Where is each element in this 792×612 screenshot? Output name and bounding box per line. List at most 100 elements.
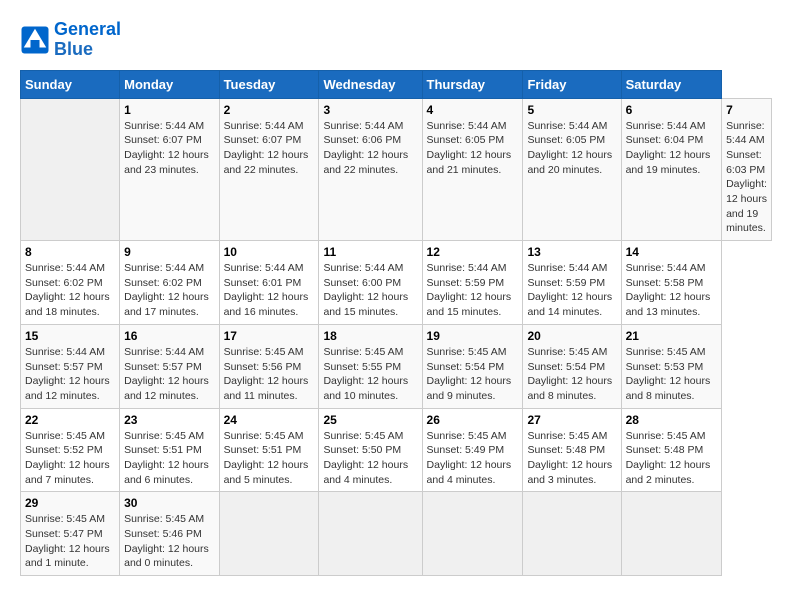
calendar-cell: 11 Sunrise: 5:44 AMSunset: 6:00 PMDayligh… [319, 241, 422, 325]
day-number: 9 [124, 245, 214, 259]
calendar-cell [422, 492, 523, 576]
calendar-cell: 17 Sunrise: 5:45 AMSunset: 5:56 PMDayligh… [219, 324, 319, 408]
calendar-week-row: 1Sunrise: 5:44 AMSunset: 6:07 PMDaylight… [21, 98, 772, 241]
calendar-cell: 15Sunrise: 5:44 AMSunset: 5:57 PMDayligh… [21, 324, 120, 408]
day-info: Sunrise: 5:44 AMSunset: 5:59 PMDaylight:… [527, 261, 616, 320]
calendar-cell: 3 Sunrise: 5:44 AMSunset: 6:06 PMDaylight… [319, 98, 422, 241]
day-info: Sunrise: 5:44 AMSunset: 6:05 PMDaylight:… [527, 119, 616, 178]
day-info: Sunrise: 5:45 AMSunset: 5:51 PMDaylight:… [224, 429, 315, 488]
day-number: 24 [224, 413, 315, 427]
calendar-week-row: 8Sunrise: 5:44 AMSunset: 6:02 PMDaylight… [21, 241, 772, 325]
calendar-cell: 18 Sunrise: 5:45 AMSunset: 5:55 PMDayligh… [319, 324, 422, 408]
calendar-cell: 25 Sunrise: 5:45 AMSunset: 5:50 PMDayligh… [319, 408, 422, 492]
day-number: 3 [323, 103, 417, 117]
calendar-cell: 9Sunrise: 5:44 AMSunset: 6:02 PMDaylight… [120, 241, 219, 325]
day-number: 19 [427, 329, 519, 343]
day-number: 21 [626, 329, 717, 343]
calendar-cell [523, 492, 621, 576]
calendar-cell: 30Sunrise: 5:45 AMSunset: 5:46 PMDayligh… [120, 492, 219, 576]
day-number: 22 [25, 413, 115, 427]
header-day-tuesday: Tuesday [219, 70, 319, 98]
calendar-cell: 16 Sunrise: 5:44 AMSunset: 5:57 PMDayligh… [120, 324, 219, 408]
day-info: Sunrise: 5:44 AMSunset: 5:57 PMDaylight:… [124, 345, 214, 404]
header-day-friday: Friday [523, 70, 621, 98]
day-info: Sunrise: 5:45 AMSunset: 5:50 PMDaylight:… [323, 429, 417, 488]
calendar-cell: 8Sunrise: 5:44 AMSunset: 6:02 PMDaylight… [21, 241, 120, 325]
day-number: 18 [323, 329, 417, 343]
day-info: Sunrise: 5:45 AMSunset: 5:54 PMDaylight:… [527, 345, 616, 404]
day-info: Sunrise: 5:45 AMSunset: 5:53 PMDaylight:… [626, 345, 717, 404]
logo: General Blue [20, 20, 121, 60]
logo-text: General Blue [54, 20, 121, 60]
calendar-cell: 26 Sunrise: 5:45 AMSunset: 5:49 PMDayligh… [422, 408, 523, 492]
calendar-week-row: 15Sunrise: 5:44 AMSunset: 5:57 PMDayligh… [21, 324, 772, 408]
day-info: Sunrise: 5:44 AMSunset: 6:05 PMDaylight:… [427, 119, 519, 178]
calendar-cell: 14 Sunrise: 5:44 AMSunset: 5:58 PMDayligh… [621, 241, 721, 325]
calendar-cell: 6 Sunrise: 5:44 AMSunset: 6:04 PMDaylight… [621, 98, 721, 241]
day-number: 27 [527, 413, 616, 427]
day-number: 4 [427, 103, 519, 117]
header-day-thursday: Thursday [422, 70, 523, 98]
calendar-cell: 23 Sunrise: 5:45 AMSunset: 5:51 PMDayligh… [120, 408, 219, 492]
calendar-cell: 24 Sunrise: 5:45 AMSunset: 5:51 PMDayligh… [219, 408, 319, 492]
calendar-cell: 20 Sunrise: 5:45 AMSunset: 5:54 PMDayligh… [523, 324, 621, 408]
calendar-cell: 1Sunrise: 5:44 AMSunset: 6:07 PMDaylight… [120, 98, 219, 241]
day-number: 20 [527, 329, 616, 343]
day-info: Sunrise: 5:45 AMSunset: 5:49 PMDaylight:… [427, 429, 519, 488]
day-number: 6 [626, 103, 717, 117]
header-day-monday: Monday [120, 70, 219, 98]
calendar-cell: 21 Sunrise: 5:45 AMSunset: 5:53 PMDayligh… [621, 324, 721, 408]
day-number: 30 [124, 496, 214, 510]
calendar-cell: 7 Sunrise: 5:44 AMSunset: 6:03 PMDaylight… [722, 98, 772, 241]
day-number: 17 [224, 329, 315, 343]
day-number: 8 [25, 245, 115, 259]
day-info: Sunrise: 5:44 AMSunset: 6:03 PMDaylight:… [726, 119, 767, 237]
day-info: Sunrise: 5:45 AMSunset: 5:51 PMDaylight:… [124, 429, 214, 488]
calendar-cell: 12 Sunrise: 5:44 AMSunset: 5:59 PMDayligh… [422, 241, 523, 325]
day-info: Sunrise: 5:45 AMSunset: 5:48 PMDaylight:… [527, 429, 616, 488]
day-number: 28 [626, 413, 717, 427]
day-info: Sunrise: 5:44 AMSunset: 6:04 PMDaylight:… [626, 119, 717, 178]
day-info: Sunrise: 5:45 AMSunset: 5:56 PMDaylight:… [224, 345, 315, 404]
day-number: 5 [527, 103, 616, 117]
header-day-sunday: Sunday [21, 70, 120, 98]
header-day-saturday: Saturday [621, 70, 721, 98]
day-info: Sunrise: 5:45 AMSunset: 5:47 PMDaylight:… [25, 512, 115, 571]
day-number: 26 [427, 413, 519, 427]
day-number: 14 [626, 245, 717, 259]
day-info: Sunrise: 5:44 AMSunset: 6:00 PMDaylight:… [323, 261, 417, 320]
calendar-cell: 5 Sunrise: 5:44 AMSunset: 6:05 PMDaylight… [523, 98, 621, 241]
day-info: Sunrise: 5:44 AMSunset: 6:07 PMDaylight:… [224, 119, 315, 178]
day-info: Sunrise: 5:44 AMSunset: 5:58 PMDaylight:… [626, 261, 717, 320]
calendar-week-row: 29 Sunrise: 5:45 AMSunset: 5:47 PMDayligh… [21, 492, 772, 576]
day-number: 23 [124, 413, 214, 427]
day-info: Sunrise: 5:44 AMSunset: 5:59 PMDaylight:… [427, 261, 519, 320]
calendar-table: SundayMondayTuesdayWednesdayThursdayFrid… [20, 70, 772, 577]
day-info: Sunrise: 5:45 AMSunset: 5:48 PMDaylight:… [626, 429, 717, 488]
day-info: Sunrise: 5:44 AMSunset: 6:06 PMDaylight:… [323, 119, 417, 178]
day-number: 12 [427, 245, 519, 259]
day-number: 29 [25, 496, 115, 510]
day-info: Sunrise: 5:45 AMSunset: 5:55 PMDaylight:… [323, 345, 417, 404]
calendar-week-row: 22 Sunrise: 5:45 AMSunset: 5:52 PMDayligh… [21, 408, 772, 492]
calendar-cell: 2 Sunrise: 5:44 AMSunset: 6:07 PMDaylight… [219, 98, 319, 241]
calendar-cell: 19Sunrise: 5:45 AMSunset: 5:54 PMDayligh… [422, 324, 523, 408]
calendar-cell: 4 Sunrise: 5:44 AMSunset: 6:05 PMDaylight… [422, 98, 523, 241]
day-number: 16 [124, 329, 214, 343]
day-number: 11 [323, 245, 417, 259]
calendar-cell: 22 Sunrise: 5:45 AMSunset: 5:52 PMDayligh… [21, 408, 120, 492]
calendar-cell [319, 492, 422, 576]
calendar-cell [219, 492, 319, 576]
calendar-cell: 27 Sunrise: 5:45 AMSunset: 5:48 PMDayligh… [523, 408, 621, 492]
day-number: 7 [726, 103, 767, 117]
header: General Blue [20, 20, 772, 60]
day-number: 25 [323, 413, 417, 427]
day-number: 13 [527, 245, 616, 259]
day-info: Sunrise: 5:45 AMSunset: 5:52 PMDaylight:… [25, 429, 115, 488]
calendar-cell: 29 Sunrise: 5:45 AMSunset: 5:47 PMDayligh… [21, 492, 120, 576]
calendar-cell: 28 Sunrise: 5:45 AMSunset: 5:48 PMDayligh… [621, 408, 721, 492]
day-number: 2 [224, 103, 315, 117]
calendar-cell: 10Sunrise: 5:44 AMSunset: 6:01 PMDayligh… [219, 241, 319, 325]
calendar-header-row: SundayMondayTuesdayWednesdayThursdayFrid… [21, 70, 772, 98]
header-day-wednesday: Wednesday [319, 70, 422, 98]
